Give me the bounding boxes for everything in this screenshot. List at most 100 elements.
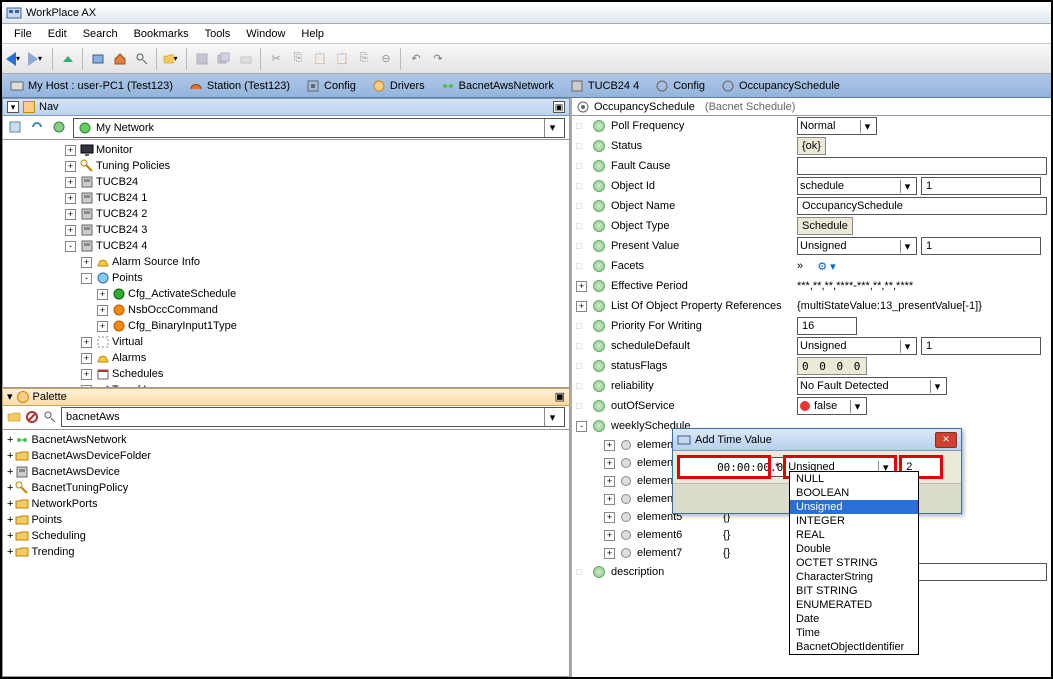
tree-expander[interactable]: + <box>65 225 76 236</box>
text-input[interactable]: OccupancySchedule <box>797 197 1047 215</box>
tree-expander[interactable]: + <box>81 369 92 380</box>
crumb-schedule[interactable]: OccupancySchedule <box>717 79 844 93</box>
palette-item[interactable]: BacnetTuningPolicy <box>31 480 128 496</box>
palette-item[interactable]: Trending <box>31 544 74 560</box>
nav-btn2[interactable] <box>29 119 47 137</box>
prop-expander[interactable]: □ <box>576 221 587 231</box>
nav-tree[interactable]: + Monitor + Tuning Policies + TUCB24 + TUCB24 1… <box>2 140 570 388</box>
datatype-dropdown-list[interactable]: NULLBOOLEANUnsignedINTEGERREALDoubleOCTE… <box>789 471 919 655</box>
nav-pin-icon[interactable]: ▾ <box>7 101 19 113</box>
tree-item[interactable]: TUCB24 4 <box>96 238 147 254</box>
dropdown-option[interactable]: ENUMERATED <box>790 598 918 612</box>
paste2-button[interactable]: 📋 <box>332 49 352 69</box>
value-input[interactable]: 1 <box>921 177 1041 195</box>
nav-btn1[interactable] <box>7 119 25 137</box>
paste-button[interactable]: 📋 <box>310 49 330 69</box>
select-box[interactable]: Normal▾ <box>797 117 877 135</box>
dropdown-option[interactable]: BacnetObjectIdentifier <box>790 640 918 654</box>
tree-expander[interactable]: + <box>604 548 615 559</box>
tree-expander[interactable]: + <box>604 440 615 451</box>
crumb-config1[interactable]: Config <box>302 79 360 93</box>
palette-item[interactable]: NetworkPorts <box>31 496 97 512</box>
nav-scope-dropdown[interactable]: My Network ▾ <box>73 118 565 138</box>
tree-expander[interactable]: + <box>7 528 13 544</box>
tree-expander[interactable]: + <box>7 544 13 560</box>
prop-expander[interactable]: □ <box>576 161 587 171</box>
element-label[interactable]: element6 <box>637 529 717 541</box>
value-input[interactable]: 1 <box>921 237 1041 255</box>
prop-expander[interactable]: □ <box>576 321 587 331</box>
time-spinner[interactable]: ▲▼ <box>679 457 769 477</box>
tree-item[interactable]: TUCB24 2 <box>96 206 147 222</box>
home-button[interactable] <box>110 49 130 69</box>
nav-btn3[interactable] <box>51 119 69 137</box>
save-button[interactable] <box>192 49 212 69</box>
crumb-config2[interactable]: Config <box>651 79 709 93</box>
copy-button[interactable]: ⎘ <box>288 49 308 69</box>
forward-button[interactable]: ▾ <box>28 52 48 66</box>
tree-expander[interactable]: + <box>7 464 13 480</box>
crumb-network[interactable]: BacnetAwsNetwork <box>437 79 558 93</box>
tree-expander[interactable]: + <box>97 321 108 332</box>
prop-expander[interactable]: + <box>576 301 587 312</box>
prop-expander[interactable]: □ <box>576 241 587 251</box>
tree-expander[interactable]: + <box>65 177 76 188</box>
dropdown-option[interactable]: CharacterString <box>790 570 918 584</box>
palette-item[interactable]: Scheduling <box>31 528 85 544</box>
text-input[interactable]: 16 <box>797 317 857 335</box>
pal-search-icon[interactable] <box>43 410 57 424</box>
undo-button[interactable]: ↶ <box>406 49 426 69</box>
prop-expander[interactable]: □ <box>576 381 587 391</box>
find-button[interactable] <box>132 49 152 69</box>
tree-expander[interactable]: + <box>81 257 92 268</box>
tree-item[interactable]: Tuning Policies <box>96 158 170 174</box>
dropdown-option[interactable]: Double <box>790 542 918 556</box>
tree-item[interactable]: TUCB24 <box>96 174 138 190</box>
crumb-host[interactable]: My Host : user-PC1 (Test123) <box>6 79 177 93</box>
tree-expander[interactable]: + <box>7 448 13 464</box>
type-select[interactable]: Unsigned▾ <box>797 337 917 355</box>
palette-module-dropdown[interactable]: bacnetAws ▾ <box>61 407 565 427</box>
prop-expander[interactable]: - <box>576 421 587 432</box>
prop-expander[interactable]: □ <box>576 141 587 151</box>
type-select[interactable]: Unsigned▾ <box>797 237 917 255</box>
tree-item[interactable]: Alarms <box>112 350 146 366</box>
menu-bookmarks[interactable]: Bookmarks <box>126 26 197 42</box>
tree-item[interactable]: TUCB24 1 <box>96 190 147 206</box>
palette-item[interactable]: BacnetAwsNetwork <box>31 432 126 448</box>
up-button[interactable] <box>58 49 78 69</box>
tree-item[interactable]: Monitor <box>96 142 133 158</box>
tree-item[interactable]: Schedules <box>112 366 163 382</box>
element-label[interactable]: element7 <box>637 547 717 559</box>
tree-item[interactable]: Virtual <box>112 334 143 350</box>
menu-file[interactable]: File <box>6 26 40 42</box>
tree-expander[interactable]: + <box>7 480 13 496</box>
palette-item[interactable]: BacnetAwsDevice <box>31 464 119 480</box>
redo-button[interactable]: ↷ <box>428 49 448 69</box>
tree-expander[interactable]: + <box>604 512 615 523</box>
tree-expander[interactable]: + <box>81 353 92 364</box>
prop-expander[interactable]: □ <box>576 201 587 211</box>
saveall-button[interactable] <box>214 49 234 69</box>
cut-button[interactable]: ✂ <box>266 49 286 69</box>
dropdown-option[interactable]: BIT STRING <box>790 584 918 598</box>
tree-expander[interactable]: + <box>604 476 615 487</box>
tree-expander[interactable]: - <box>65 241 76 252</box>
tree-expander[interactable]: + <box>97 289 108 300</box>
tree-expander[interactable]: + <box>7 496 13 512</box>
dropdown-option[interactable]: NULL <box>790 472 918 486</box>
pal-btn2[interactable] <box>25 410 39 424</box>
palette-item[interactable]: BacnetAwsDeviceFolder <box>31 448 151 464</box>
print-button[interactable] <box>236 49 256 69</box>
menu-window[interactable]: Window <box>238 26 293 42</box>
dropdown-option[interactable]: REAL <box>790 528 918 542</box>
palette-item[interactable]: Points <box>31 512 62 528</box>
crumb-drivers[interactable]: Drivers <box>368 79 429 93</box>
tree-item[interactable]: Points <box>112 270 143 286</box>
facets-btn[interactable]: ⚙ ▾ <box>817 260 835 273</box>
tree-expander[interactable]: + <box>604 458 615 469</box>
select-box[interactable]: No Fault Detected▾ <box>797 377 947 395</box>
tree-item[interactable]: Alarm Source Info <box>112 254 200 270</box>
tree-expander[interactable]: + <box>604 530 615 541</box>
tree-expander[interactable]: + <box>65 161 76 172</box>
